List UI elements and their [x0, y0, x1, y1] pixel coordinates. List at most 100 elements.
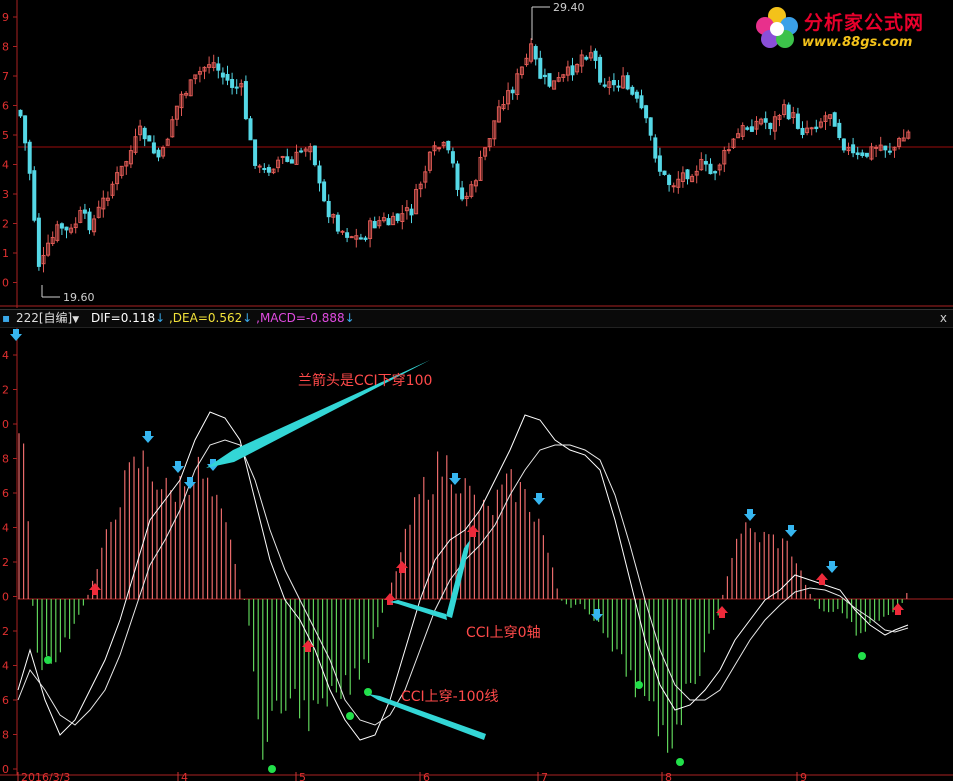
macd-arrow-icon: ↓ — [344, 311, 355, 325]
candle-body — [584, 56, 589, 60]
candle-body — [280, 155, 285, 158]
candle-body — [363, 237, 368, 240]
price-y-tick-label: 7 — [2, 70, 9, 83]
x-axis-label: 4 — [181, 771, 188, 781]
cci-cross-dot — [676, 758, 684, 766]
candle-body — [533, 46, 538, 60]
candle-body — [395, 213, 400, 221]
candle-body — [538, 57, 543, 79]
candle-body — [460, 187, 465, 200]
annotation-blue-arrow-note: 兰箭头是CCI下穿100 — [298, 372, 432, 389]
candle-body — [837, 122, 842, 138]
macd-histogram — [18, 433, 908, 760]
candle-body — [832, 112, 837, 127]
indicator-dropdown-icon[interactable]: ▼ — [72, 312, 79, 329]
candle-body — [59, 223, 64, 229]
candle-body — [639, 95, 644, 109]
candle-body — [23, 115, 28, 144]
candle-body — [216, 63, 221, 71]
candle-body — [887, 150, 892, 153]
candle-body — [446, 140, 451, 151]
cci-up-arrow-icon — [892, 603, 904, 615]
logo-title: 分析家公式网 — [804, 12, 925, 34]
candle-body — [851, 144, 856, 154]
candle-body — [253, 139, 258, 166]
candle-body — [860, 152, 865, 156]
candle-body — [358, 237, 363, 240]
candle-body — [340, 230, 345, 233]
candle-body — [455, 163, 460, 190]
callout-arrow-zero-2 — [446, 540, 470, 618]
candle-body — [32, 170, 37, 221]
candle-body — [749, 126, 754, 132]
candle-body — [220, 72, 225, 78]
candle-body — [547, 73, 552, 87]
candle-body — [786, 104, 791, 120]
candle-body — [611, 80, 616, 86]
candle-body — [147, 135, 152, 142]
candle-body — [87, 211, 92, 231]
cci-down-arrow-icon — [785, 525, 797, 537]
candle-body — [285, 156, 290, 162]
price-y-tick-label: 6 — [2, 100, 9, 113]
candle-body — [335, 214, 340, 232]
x-axis-label: 2016/3/3 — [21, 771, 70, 781]
site-logo: 分析家公式网 www.88gs.com — [752, 4, 948, 52]
candle-body — [726, 149, 731, 152]
cci-down-arrow-icon — [744, 509, 756, 521]
indicator-name[interactable]: 222[自编] — [16, 310, 72, 327]
candle-body — [570, 65, 575, 76]
indicator-y-tick-label: 2 — [2, 384, 9, 397]
candle-body — [814, 126, 819, 130]
candle-body — [299, 150, 304, 153]
annotation-cross-minus100-note: CCI上穿-100线 — [401, 689, 498, 705]
cci-up-arrow-icon — [467, 525, 479, 537]
chart-canvas: 9 8 7 6 5 4 3 2 1 0 4 2 0 8 6 4 2 0 2 4 6 8 0 2016/3/3 4 5 6 7 8 9 29.… — [0, 0, 953, 781]
price-y-tick-label: 5 — [2, 129, 9, 142]
cci-cross-dot — [44, 656, 52, 664]
candle-body — [326, 200, 331, 218]
candle-body — [142, 127, 147, 140]
x-axis-label: 7 — [541, 771, 548, 781]
candle-body — [630, 86, 635, 95]
cci-down-arrow-icon — [826, 561, 838, 573]
indicator-y-tick-label: 2 — [2, 556, 9, 569]
high-price-label: 29.40 — [553, 1, 585, 14]
indicator-y-tick-label: 0 — [2, 763, 9, 776]
candle-body — [598, 56, 603, 83]
cci-up-arrow-icon — [384, 593, 396, 605]
candle-body — [151, 142, 156, 154]
candle-body — [27, 141, 32, 174]
candle-body — [883, 145, 888, 151]
x-axis-label: 9 — [800, 771, 807, 781]
dif-value: DIF=0.118 — [91, 311, 156, 325]
x-axis-label: 5 — [299, 771, 306, 781]
candle-body — [409, 208, 414, 216]
indicator-y-tick-label: 6 — [2, 694, 9, 707]
low-price-label: 19.60 — [63, 291, 95, 304]
candle-body — [349, 236, 354, 239]
indicator-y-tick-label: 4 — [2, 349, 9, 362]
candle-body — [230, 79, 235, 88]
cci-down-arrow-icon — [449, 473, 461, 485]
price-y-tick-label: 0 — [2, 277, 9, 290]
candle-body — [289, 159, 294, 164]
logo-url: www.88gs.com — [802, 35, 913, 50]
cci-up-arrow-icon — [816, 573, 828, 585]
indicator-y-tick-label: 4 — [2, 522, 9, 535]
candle-body — [322, 181, 327, 202]
candle-body — [625, 75, 630, 90]
dea-arrow-icon: ↓ — [242, 311, 253, 325]
candle-body — [713, 171, 718, 174]
candle-body — [262, 168, 267, 171]
candle-body — [248, 118, 253, 141]
candle-body — [644, 105, 649, 119]
panel-marker-icon: ▪ — [2, 311, 11, 325]
candle-body — [708, 163, 713, 175]
candle-body — [768, 122, 773, 130]
indicator-y-tick-label: 0 — [2, 591, 9, 604]
price-y-tick-label: 8 — [2, 41, 9, 54]
candle-body — [841, 138, 846, 151]
indicator-y-tick-label: 2 — [2, 625, 9, 638]
close-icon[interactable]: x — [940, 310, 947, 327]
